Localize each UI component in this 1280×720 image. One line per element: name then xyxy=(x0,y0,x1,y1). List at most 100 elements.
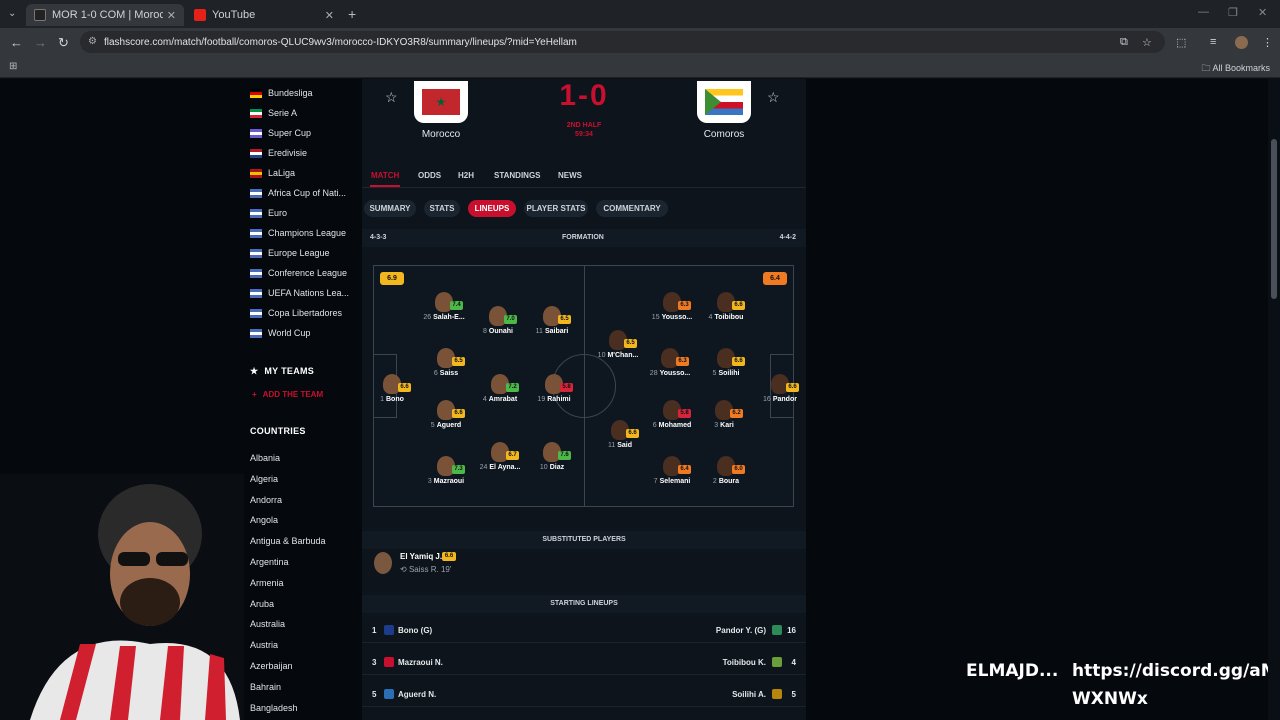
comoros-logo[interactable] xyxy=(697,81,751,123)
close-tab-icon[interactable]: ✕ xyxy=(167,9,176,22)
away-player[interactable]: 6.6 5 Soilihi xyxy=(696,348,756,377)
new-tab-icon[interactable]: + xyxy=(348,6,356,22)
close-tab-icon[interactable]: ✕ xyxy=(325,9,334,22)
country-item[interactable]: Antigua & Barbuda xyxy=(250,536,326,546)
tab-search-icon[interactable]: ⌄ xyxy=(8,8,16,19)
home-player[interactable]: 7.6 10 Diaz xyxy=(522,442,582,471)
country-item[interactable]: Andorra xyxy=(250,495,282,505)
home-player-name[interactable]: Bono (G) xyxy=(398,626,432,635)
sidebar-league-item[interactable]: Champions League xyxy=(250,225,346,241)
away-player[interactable]: 5.8 6 Mohamed xyxy=(642,400,702,429)
away-player-number: 4 xyxy=(791,658,796,667)
country-item[interactable]: Bahrain xyxy=(250,682,281,692)
away-team-name[interactable]: Comoros xyxy=(684,129,764,140)
sidebar-league-item[interactable]: Serie A xyxy=(250,105,297,121)
cast-icon[interactable]: ⧉ xyxy=(1120,36,1128,49)
away-player[interactable]: 6.4 7 Selemani xyxy=(642,456,702,485)
home-player-name[interactable]: Aguerd N. xyxy=(398,690,436,699)
window-close-icon[interactable]: ✕ xyxy=(1258,6,1267,19)
country-item[interactable]: Armenia xyxy=(250,578,284,588)
away-player[interactable]: 6.2 3 Kari xyxy=(694,400,754,429)
sidebar-league-item[interactable]: World Cup xyxy=(250,325,310,341)
country-item[interactable]: Austria xyxy=(250,640,278,650)
subtab-summary[interactable]: SUMMARY xyxy=(364,200,416,217)
away-player[interactable]: 6.3 15 Yousso... xyxy=(642,292,702,321)
player-rating: 7.6 xyxy=(558,451,571,460)
sidebar-league-item[interactable]: Copa Libertadores xyxy=(250,305,342,321)
country-item[interactable]: Aruba xyxy=(250,599,274,609)
favorite-away-star-icon[interactable]: ☆ xyxy=(767,89,780,106)
away-player[interactable]: 6.6 11 Said xyxy=(590,420,650,449)
sidebar-league-item[interactable]: Super Cup xyxy=(250,125,311,141)
subtab-lineups[interactable]: LINEUPS xyxy=(468,200,516,217)
country-item[interactable]: Angola xyxy=(250,515,278,525)
away-player[interactable]: 6.6 16 Pandor xyxy=(750,374,810,403)
home-player[interactable]: 6.5 6 Saiss xyxy=(416,348,476,377)
away-player[interactable]: 6.3 28 Yousso... xyxy=(640,348,700,377)
sidebar-league-item[interactable]: Conference League xyxy=(250,265,347,281)
subtab-stats[interactable]: STATS xyxy=(424,200,460,217)
home-player[interactable]: 7.4 26 Salah-E... xyxy=(414,292,474,321)
extensions-icon[interactable]: ⬚ xyxy=(1176,36,1186,49)
sidebar-league-item[interactable]: Africa Cup of Nati... xyxy=(250,185,346,201)
home-player[interactable]: 7.2 4 Amrabat xyxy=(470,374,530,403)
home-player[interactable]: 7.0 8 Ounahi xyxy=(468,306,528,335)
home-player[interactable]: 6.5 11 Saibari xyxy=(522,306,582,335)
country-item[interactable]: Bangladesh xyxy=(250,703,298,713)
home-player[interactable]: 7.3 3 Mazraoui xyxy=(416,456,476,485)
menu-kebab-icon[interactable]: ⋮ xyxy=(1262,36,1273,49)
tab-youtube[interactable]: YouTube ✕ xyxy=(186,4,342,26)
away-player[interactable]: 6.0 2 Boura xyxy=(696,456,756,485)
home-team-name[interactable]: Morocco xyxy=(401,129,481,140)
apps-grid-icon[interactable]: ⊞ xyxy=(9,61,17,72)
away-player-name[interactable]: Pandor Y. (G) xyxy=(716,626,766,635)
country-item[interactable]: Azerbaijan xyxy=(250,661,293,671)
home-player[interactable]: 5.8 19 Rahimi xyxy=(524,374,584,403)
subtab-player-stats[interactable]: PLAYER STATS xyxy=(524,200,588,217)
add-team-link[interactable]: + ADD THE TEAM xyxy=(252,390,323,399)
country-item[interactable]: Albania xyxy=(250,453,280,463)
forward-icon[interactable]: → xyxy=(34,35,47,50)
sidebar-league-item[interactable]: Europe League xyxy=(250,245,330,261)
away-player[interactable]: 6.6 4 Toibibou xyxy=(696,292,756,321)
bookmark-star-icon[interactable]: ☆ xyxy=(1142,36,1152,49)
profile-avatar-icon[interactable] xyxy=(1235,36,1248,49)
scrollbar-thumb[interactable] xyxy=(1271,139,1277,299)
back-icon[interactable]: ← xyxy=(10,35,23,50)
minimize-icon[interactable]: — xyxy=(1198,6,1209,18)
sidebar-league-item[interactable]: UEFA Nations Lea... xyxy=(250,285,349,301)
tab-standings[interactable]: STANDINGS xyxy=(494,171,541,180)
sidebar-league-item[interactable]: LaLiga xyxy=(250,165,295,181)
reading-list-icon[interactable]: ≡ xyxy=(1210,36,1216,48)
away-player[interactable]: 6.5 10 M'Chan... xyxy=(588,330,648,359)
tab-match[interactable]: MATCH xyxy=(371,171,399,180)
substitute-name[interactable]: El Yamiq J. xyxy=(400,552,442,561)
maximize-icon[interactable]: ❐ xyxy=(1228,6,1238,19)
country-item[interactable]: Algeria xyxy=(250,474,278,484)
away-player-name[interactable]: Toibibou K. xyxy=(723,658,766,667)
reload-icon[interactable]: ↻ xyxy=(58,35,69,51)
favorite-home-star-icon[interactable]: ☆ xyxy=(385,89,398,106)
morocco-logo[interactable]: ★ xyxy=(414,81,468,123)
url-input[interactable]: ⚙ flashscore.com/match/football/comoros-… xyxy=(80,31,1165,53)
home-player[interactable]: 6.6 5 Aguerd xyxy=(416,400,476,429)
sidebar-league-item[interactable]: Euro xyxy=(250,205,287,221)
scrollbar[interactable] xyxy=(1268,79,1280,720)
tab-h2h[interactable]: H2H xyxy=(458,171,474,180)
country-item[interactable]: Argentina xyxy=(250,557,289,567)
home-player[interactable]: 6.6 1 Bono xyxy=(362,374,422,403)
country-item[interactable]: Australia xyxy=(250,619,285,629)
subtab-commentary[interactable]: COMMENTARY xyxy=(596,200,668,217)
home-player[interactable]: 6.7 24 El Ayna... xyxy=(470,442,530,471)
player-name: Said xyxy=(617,442,633,449)
site-info-icon[interactable]: ⚙ xyxy=(88,36,97,47)
substitute-row[interactable]: El Yamiq J. 6.6 ⟲ Saiss R. 19' xyxy=(362,549,806,579)
away-player-name[interactable]: Soilihi A. xyxy=(732,690,766,699)
sidebar-league-item[interactable]: Eredivisie xyxy=(250,145,307,161)
tab-flashscore[interactable]: MOR 1-0 COM | Morocco v Co... ✕ xyxy=(26,4,184,26)
home-player-name[interactable]: Mazraoui N. xyxy=(398,658,443,667)
all-bookmarks-button[interactable]: 🗀 All Bookmarks xyxy=(1201,61,1270,77)
tab-odds[interactable]: ODDS xyxy=(418,171,441,180)
tab-news[interactable]: NEWS xyxy=(558,171,582,180)
sidebar-league-item[interactable]: Bundesliga xyxy=(250,85,313,101)
